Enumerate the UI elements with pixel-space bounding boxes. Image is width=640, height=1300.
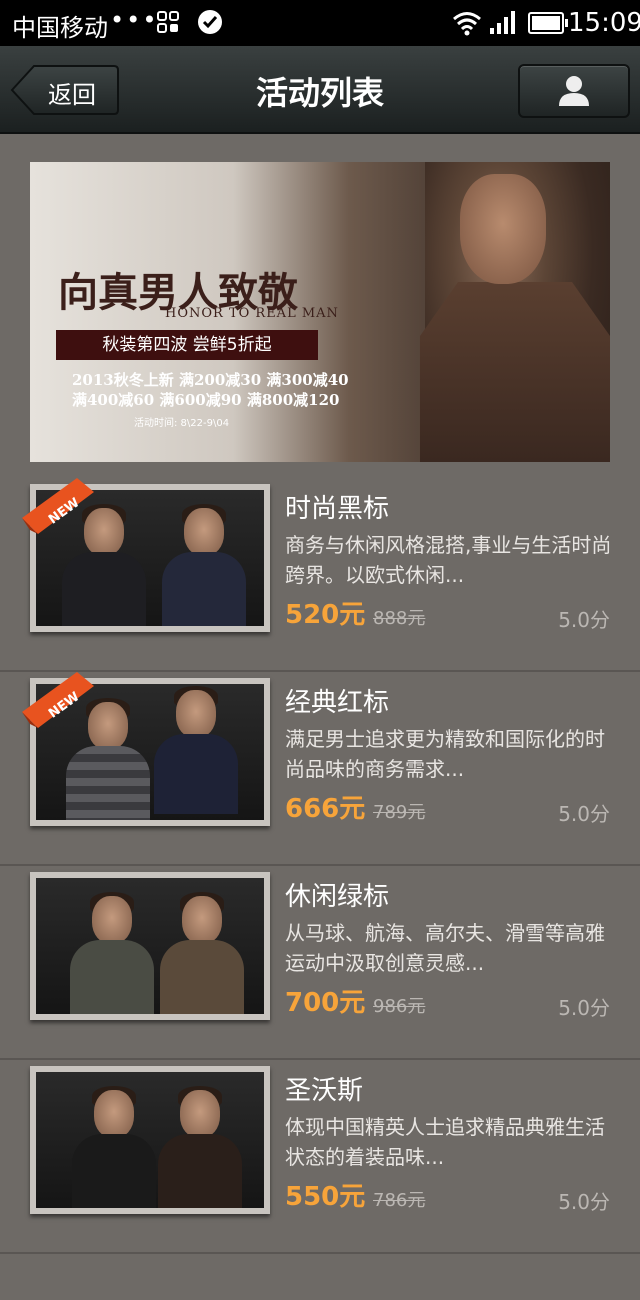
item-title: 休闲绿标 xyxy=(285,882,390,912)
apps-grid-icon xyxy=(157,11,179,33)
new-badge-icon: NEW xyxy=(22,478,94,534)
model-figure xyxy=(154,686,238,820)
item-description: 体现中国精英人士追求精品典雅生活状态的着装品味... xyxy=(285,1115,605,1169)
battery-icon xyxy=(528,12,568,34)
list-item[interactable]: NEW 经典红标 满足男士追求更为精致和国际化的时尚品味的商务需求... 666… xyxy=(0,672,640,866)
item-title: 圣沃斯 xyxy=(285,1076,364,1106)
model-figure xyxy=(160,892,244,1014)
item-original-price: 986元 xyxy=(373,996,426,1017)
model-figure xyxy=(162,504,246,626)
item-description: 从马球、航海、高尔夫、滑雪等高雅运动中汲取创意灵感... xyxy=(285,921,605,975)
item-price: 550元 xyxy=(285,1182,366,1212)
nav-bar: 返回 活动列表 xyxy=(0,46,640,134)
status-bar: 中国移动 ••• 15:09 xyxy=(0,0,640,46)
item-description: 商务与休闲风格混搭,事业与生活时尚跨界。以欧式休闲... xyxy=(285,533,612,587)
clock: 15:09 xyxy=(568,8,640,38)
item-original-price: 888元 xyxy=(373,608,426,629)
item-price: 700元 xyxy=(285,988,366,1018)
promo-banner[interactable]: 向真男人致敬 HONOR TO REAL MAN 秋装第四波 尝鲜5折起 201… xyxy=(30,162,610,462)
item-rating: 5.0分 xyxy=(558,996,610,1020)
item-original-price: 789元 xyxy=(373,802,426,823)
item-photo xyxy=(36,1072,264,1208)
banner-promo: 秋装第四波 尝鲜5折起 xyxy=(56,330,318,360)
list-item[interactable]: NEW 时尚黑标 商务与休闲风格混搭,事业与生活时尚跨界。以欧式休闲... 52… xyxy=(0,478,640,672)
list-item[interactable]: 休闲绿标 从马球、航海、高尔夫、滑雪等高雅运动中汲取创意灵感... 700元 9… xyxy=(0,866,640,1060)
item-title: 时尚黑标 xyxy=(285,494,390,524)
user-profile-button[interactable] xyxy=(518,64,630,118)
item-price: 520元 xyxy=(285,600,366,630)
wifi-icon xyxy=(453,12,481,36)
model-figure xyxy=(70,892,154,1014)
item-rating: 5.0分 xyxy=(558,1190,610,1214)
item-thumbnail xyxy=(30,1066,270,1214)
item-rating: 5.0分 xyxy=(558,802,610,826)
item-price: 666元 xyxy=(285,794,366,824)
activity-list: NEW 时尚黑标 商务与休闲风格混搭,事业与生活时尚跨界。以欧式休闲... 52… xyxy=(0,478,640,1254)
item-photo xyxy=(36,878,264,1014)
signal-icon xyxy=(490,11,515,34)
banner-deals: 2013秋冬上新 满200减30 满300减40 满400减60 满600减90… xyxy=(72,370,349,410)
carrier-label: 中国移动 xyxy=(12,14,108,42)
check-circle-icon xyxy=(198,10,222,34)
item-description: 满足男士追求更为精致和国际化的时尚品味的商务需求... xyxy=(285,727,605,781)
banner-model-face xyxy=(460,174,546,284)
new-badge-icon: NEW xyxy=(22,672,94,728)
item-title: 经典红标 xyxy=(285,688,390,718)
model-figure xyxy=(158,1086,242,1208)
model-figure xyxy=(72,1086,156,1208)
list-item[interactable]: 圣沃斯 体现中国精英人士追求精品典雅生活状态的着装品味... 550元 786元… xyxy=(0,1060,640,1254)
banner-model-coat xyxy=(420,282,610,462)
banner-subhead: HONOR TO REAL MAN xyxy=(165,306,339,321)
banner-dates: 活动时间: 8\22-9\04 xyxy=(134,418,230,429)
notification-dots: ••• xyxy=(110,6,159,34)
item-original-price: 786元 xyxy=(373,1190,426,1211)
user-icon xyxy=(559,76,589,106)
banner-deal-line: 2013秋冬上新 满200减30 满300减40 xyxy=(72,371,349,389)
item-thumbnail xyxy=(30,872,270,1020)
item-rating: 5.0分 xyxy=(558,608,610,632)
banner-deal-line: 满400减60 满600减90 满800减120 xyxy=(72,391,340,409)
